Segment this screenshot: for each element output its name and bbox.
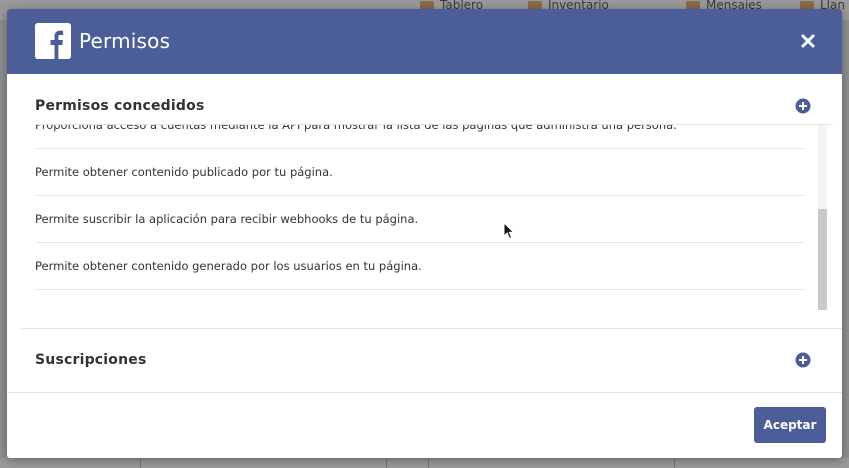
list-item: Permite suscribir la aplicación para rec… — [35, 196, 805, 243]
footer-divider — [7, 392, 842, 393]
list-item: Permite obtener contenido publicado por … — [35, 149, 805, 196]
list-item: Proporciona acceso a cuentas mediante la… — [35, 125, 805, 149]
section-granted-permissions-title[interactable]: Permisos concedidos — [35, 98, 204, 114]
permissions-list-scroll[interactable]: Proporciona acceso a cuentas mediante la… — [35, 124, 833, 315]
facebook-logo-icon — [35, 23, 71, 59]
modal-header: Permisos — [7, 9, 842, 74]
permissions-modal: Permisos Permisos concedidos Proporciona… — [7, 9, 842, 458]
section-subscriptions-title[interactable]: Suscripciones — [35, 352, 147, 368]
background-column-line — [386, 458, 387, 468]
accept-button[interactable]: Aceptar — [754, 407, 826, 443]
background-table-strip — [0, 458, 849, 468]
add-circle-icon[interactable] — [795, 98, 811, 114]
scrollbar[interactable] — [818, 125, 827, 310]
background-column-line — [674, 458, 675, 468]
list-item: Permite obtener contenido generado por l… — [35, 243, 805, 290]
background-column-line — [140, 458, 141, 468]
permissions-list: Proporciona acceso a cuentas mediante la… — [35, 125, 805, 290]
scrollbar-thumb[interactable] — [818, 209, 827, 310]
modal-title: Permisos — [79, 29, 171, 53]
background-column-line — [428, 458, 429, 468]
section-divider — [21, 328, 842, 329]
mouse-cursor-icon — [503, 221, 515, 240]
add-circle-icon[interactable] — [795, 352, 811, 368]
close-icon[interactable] — [796, 29, 820, 53]
